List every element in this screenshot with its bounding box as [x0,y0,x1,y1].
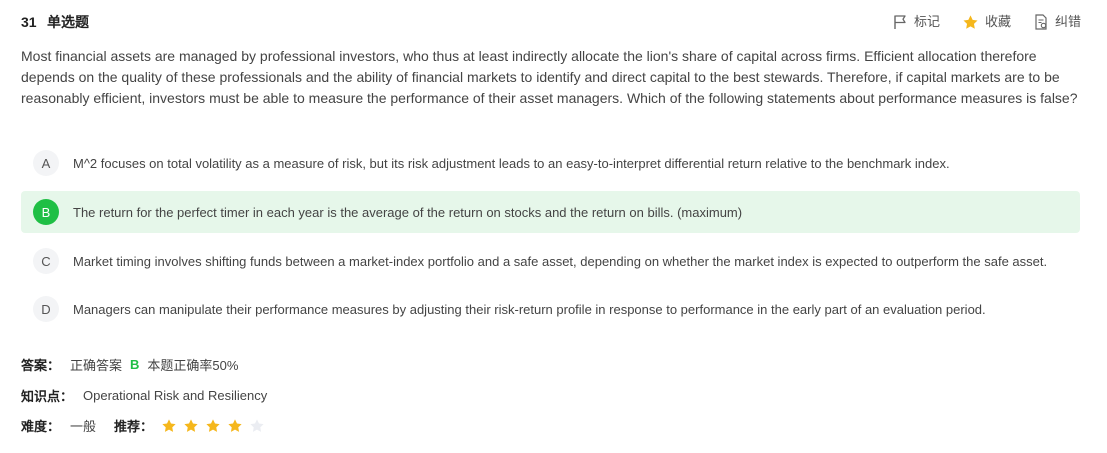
option-a[interactable]: A M^2 focuses on total volatility as a m… [21,142,1080,184]
difficulty-row: 难度： 一般 推荐： [21,416,265,435]
question-stem: Most financial assets are managed by pro… [21,48,1078,106]
correct-answer: B [130,357,140,372]
answer-label: 答案： [21,358,61,373]
question-actions: 标记 收藏 纠错 [892,12,1081,32]
report-error-button[interactable]: 纠错 [1033,12,1081,32]
option-text: Market timing involves shifting funds be… [73,253,1048,269]
difficulty-value: 一般 [70,419,97,434]
accuracy-rate: 本题正确率50% [147,358,239,373]
mark-label: 标记 [913,14,940,29]
option-d[interactable]: D Managers can manipulate their performa… [21,288,1080,330]
star-filled-icon [162,418,176,432]
option-letter: A [33,150,59,176]
answer-prefix: 正确答案 [70,358,123,373]
difficulty-label: 难度： [21,419,61,434]
question-header: 31 单选题 标记 收藏 纠错 [21,12,1081,34]
option-text: The return for the perfect timer in each… [73,204,743,220]
question-type: 单选题 [47,14,89,30]
option-letter: B [33,199,59,225]
answer-row: 答案： 正确答案 B 本题正确率50% [21,355,238,374]
report-document-icon [1033,14,1049,30]
star-filled-icon [228,418,242,432]
star-filled-icon [184,418,198,432]
knowledge-value: Operational Risk and Resiliency [83,388,268,403]
option-c[interactable]: C Market timing involves shifting funds … [21,240,1080,282]
recommend-label: 推荐： [114,419,154,434]
option-letter: C [33,248,59,274]
report-label: 纠错 [1054,14,1081,29]
knowledge-row: 知识点： Operational Risk and Resiliency [21,386,267,405]
star-empty-icon [250,418,264,432]
star-icon [962,14,979,31]
option-text: Managers can manipulate their performanc… [73,301,986,317]
option-letter: D [33,296,59,322]
question-number: 31 [21,14,37,30]
star-filled-icon [206,418,220,432]
knowledge-label: 知识点： [21,389,74,404]
recommend-stars [161,418,265,434]
favorite-label: 收藏 [984,14,1011,29]
option-b[interactable]: B The return for the perfect timer in ea… [21,191,1080,233]
mark-button[interactable]: 标记 [892,12,940,32]
option-text: M^2 focuses on total volatility as a mea… [73,155,950,171]
favorite-button[interactable]: 收藏 [962,12,1011,32]
flag-icon [892,14,908,30]
